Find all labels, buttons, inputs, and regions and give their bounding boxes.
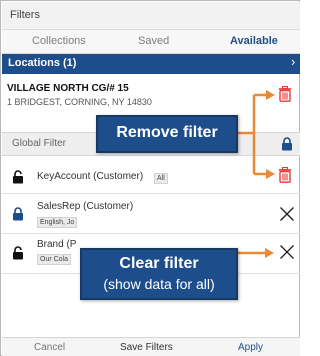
tab-bar: Collections Saved Available — [2, 30, 300, 54]
callout-text: Remove filter — [116, 124, 218, 141]
callout-subtext: (show data for all) — [103, 276, 215, 292]
trash-icon[interactable] — [278, 86, 292, 102]
footer-bar: Cancel Save Filters Apply — [2, 337, 300, 356]
unlock-icon[interactable] — [12, 170, 24, 184]
lock-icon[interactable] — [12, 207, 24, 221]
tab-saved[interactable]: Saved — [138, 35, 169, 47]
locations-header[interactable]: Locations (1) › — [2, 54, 300, 74]
filter-row-salesrep[interactable]: SalesRep (Customer) English, Jo — [2, 194, 300, 234]
close-icon[interactable] — [279, 206, 295, 222]
close-icon[interactable] — [279, 244, 295, 260]
clear-filter-callout: Clear filter (show data for all) — [80, 248, 238, 300]
lock-icon[interactable] — [281, 137, 293, 151]
remove-filter-callout: Remove filter — [96, 115, 238, 153]
filter-value-chip: All — [154, 173, 168, 184]
location-address: 1 BRIDGEST, CORNING, NY 14830 — [7, 97, 152, 107]
panel-header: Filters — [2, 2, 300, 30]
location-name: VILLAGE NORTH CG/# 15 — [7, 83, 129, 94]
chevron-right-icon[interactable]: › — [291, 54, 295, 69]
filters-panel: Filters Collections Saved Available Loca… — [0, 0, 300, 356]
unlock-icon[interactable] — [12, 246, 24, 260]
cancel-button[interactable]: Cancel — [34, 342, 65, 353]
filter-value-chip: Our Cola — [37, 254, 72, 265]
panel-title: Filters — [10, 9, 40, 21]
filter-value-chip: English, Jo — [37, 217, 78, 228]
tab-available[interactable]: Available — [230, 35, 278, 47]
global-filter-label: Global Filter — [12, 138, 66, 149]
save-filters-button[interactable]: Save Filters — [120, 342, 173, 353]
locations-title: Locations (1) — [8, 57, 77, 69]
apply-button[interactable]: Apply — [238, 342, 263, 353]
trash-icon[interactable] — [278, 167, 292, 183]
callout-text: Clear filter — [119, 255, 199, 272]
tab-collections[interactable]: Collections — [32, 35, 86, 47]
filter-name: KeyAccount (Customer) — [37, 171, 144, 182]
filter-row-keyaccount[interactable]: KeyAccount (Customer) All — [2, 156, 300, 194]
filter-name: Brand (P — [37, 239, 77, 250]
filter-name: SalesRep (Customer) — [37, 201, 134, 212]
